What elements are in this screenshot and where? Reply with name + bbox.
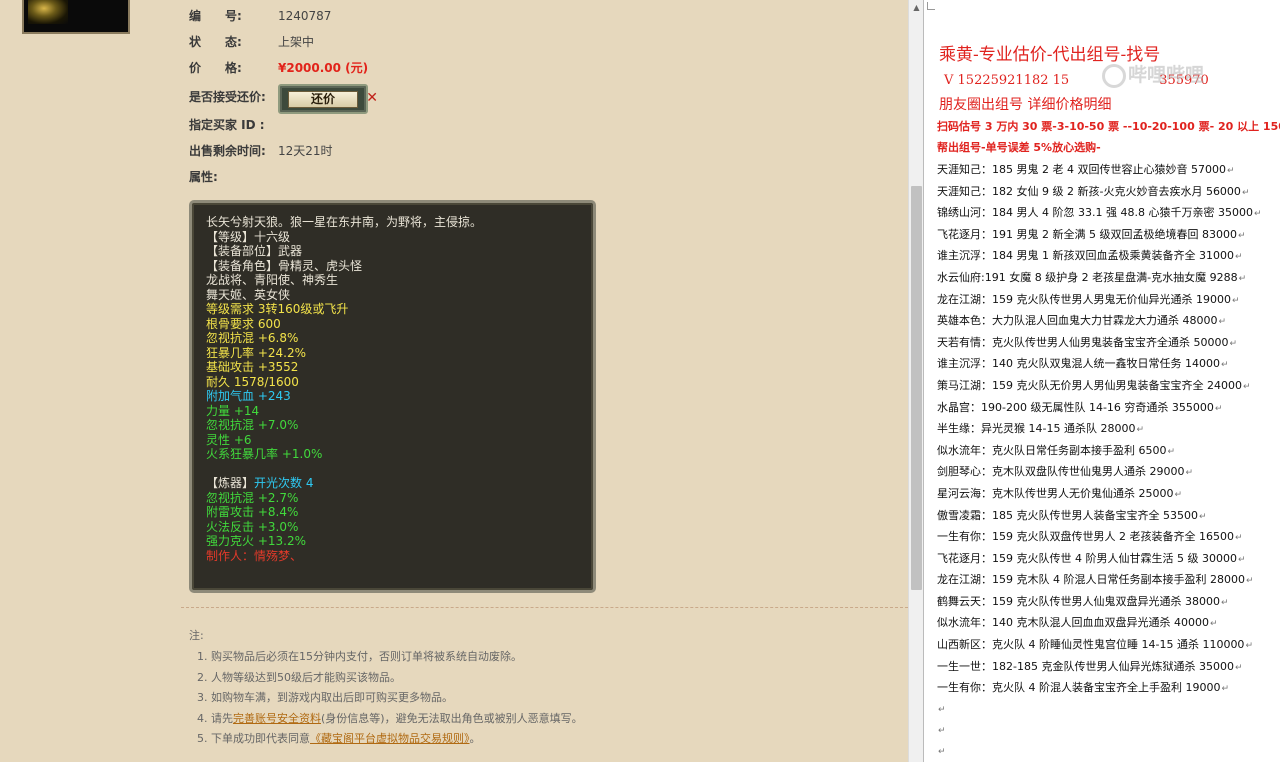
attr-line: 忽视抗混 +6.8% xyxy=(206,331,299,345)
attr-line: 灵性 +6 xyxy=(206,432,252,447)
field-status-label: 状 态: xyxy=(189,35,242,49)
attr-line: 附雷攻击 +8.4% xyxy=(206,505,299,519)
notes-section: 注: 1. 购买物品后必须在15分钟内支付，否则订单将被系统自动废除。 2. 人… xyxy=(189,627,583,750)
listing-line: 似水流年：克火队日常任务副本接手盈利 6500↵ xyxy=(937,443,1176,457)
bilibili-watermark: 哔哩哔哩 xyxy=(1102,60,1252,88)
attr-line: 【炼器】开光次数 4 xyxy=(206,476,314,490)
attr-line: 长矢兮射天狼。狼一星在东井南，为野将，主侵掠。 xyxy=(206,215,483,229)
attr-line: 根骨要求 600 xyxy=(206,316,281,331)
attr-line: 附加气血 +243 xyxy=(206,389,291,403)
listing-line: 剑胆琴心：克木队双盘队传世仙鬼男人通杀 29000↵ xyxy=(937,465,1194,479)
listing-line: 飞花逐月：191 男鬼 2 新全满 5 级双回孟极绝境春回 83000↵ xyxy=(937,227,1246,241)
field-id: 编 号: 1240787 xyxy=(189,6,331,26)
field-id-value: 1240787 xyxy=(278,9,332,23)
scrollbar-thumb[interactable] xyxy=(911,186,922,590)
paragraph-mark: ↵ xyxy=(938,747,946,757)
listing-line: 天涯知己：185 男鬼 2 老 4 双回传世容止心猿妙音 57000↵ xyxy=(937,163,1235,176)
attr-line: 舞天姬、英女侠 xyxy=(206,287,291,302)
doc-promo-2: 帮出组号-单号误差 5%放心选购- xyxy=(937,141,1101,154)
item-thumbnail xyxy=(22,0,130,34)
attr-line: 【等级】十六级 xyxy=(206,229,291,244)
listing-line: 一生有你：159 克火队双盘传世男人 2 老孩装备齐全 16500↵ xyxy=(937,530,1243,544)
field-price-label: 价 格: xyxy=(189,61,242,75)
attr-line: 火系狂暴几率 +1.0% xyxy=(206,447,323,461)
account-security-link[interactable]: 完善账号安全资料 xyxy=(233,712,321,725)
field-status-value: 上架中 xyxy=(278,35,315,49)
listing-line: 一生一世：182-185 克金队传世男人仙异光炼狱通杀 35000↵ xyxy=(937,659,1243,673)
listing-line: 似水流年：140 克木队混人回血血双盘异光通杀 40000↵ xyxy=(937,616,1218,630)
field-remaining: 出售剩余时间: 12天21时 xyxy=(189,141,333,161)
attr-line: 强力克火 +13.2% xyxy=(206,534,306,548)
attr-line: 火法反击 +3.0% xyxy=(206,519,299,534)
note-item: 3. 如购物车满，到游戏内取出后即可购买更多物品。 xyxy=(197,691,453,704)
field-price-value: ¥2000.00 (元) xyxy=(278,61,369,75)
attr-line: 等级需求 3转160级或飞升 xyxy=(206,302,349,316)
divider xyxy=(181,607,908,608)
listing-line: 半生缘：异光灵猴 14-15 通杀队 28000↵ xyxy=(937,422,1144,436)
listing-page: 编 号: 1240787 状 态: 上架中 价 格: ¥2000.00 (元) … xyxy=(0,0,908,762)
notes-title: 注: xyxy=(189,629,204,642)
attr-line: 忽视抗混 +7.0% xyxy=(206,418,299,432)
attr-line: 龙战将、青阳使、神秀生 xyxy=(206,273,339,287)
attr-line: 狂暴几率 +24.2% xyxy=(206,345,306,360)
listing-line: 龙在江湖：159 克木队 4 阶混人日常任务副本接手盈利 28000↵ xyxy=(937,573,1254,587)
listing-line: 天若有情：克火队传世男人仙男鬼装备宝宝齐全通杀 50000↵ xyxy=(937,335,1238,349)
listing-line: 谁主沉浮：140 克火队双鬼混人统一鑫牧日常任务 14000↵ xyxy=(937,357,1229,371)
doc-empty-lines: ↵ ↵ ↵ xyxy=(937,700,946,762)
paragraph-mark: ↵ xyxy=(938,705,946,715)
doc-listings: 天涯知己：185 男鬼 2 老 4 双回传世容止心猿妙音 57000↵ 天涯知己：… xyxy=(937,159,1262,699)
counter-offer-button[interactable]: 还价 ✕ xyxy=(278,84,378,114)
remaining-value: 12天21时 xyxy=(278,144,333,158)
field-id-label: 编 号: xyxy=(189,9,242,23)
listing-line: 龙在江湖：159 克火队传世男人男鬼无价仙异光通杀 19000↵ xyxy=(937,292,1240,306)
listing-line: 谁主沉浮：184 男鬼 1 新孩双回血孟极乘黄装备齐全 31000↵ xyxy=(937,249,1243,263)
attr-line: 基础攻击 +3552 xyxy=(206,360,299,374)
attr-line: 【装备部位】武器 xyxy=(206,244,303,258)
listing-line: 星河云海：克木队传世男人无价鬼仙通杀 25000↵ xyxy=(937,486,1183,500)
field-buyer: 指定买家 ID : xyxy=(189,115,265,135)
doc-subtitle: 朋友圈出组号 详细价格明细 xyxy=(939,97,1112,113)
listing-line: 水云仙府:191 女魔 8 级护身 2 老孩星盘满-克水抽女魔 9288↵ xyxy=(937,270,1247,284)
listing-line: 锦绣山河：184 男人 4 阶忽 33.1 强 48.8 心猿千万亲密 3500… xyxy=(937,206,1262,220)
counter-offer-button-label: 还价 xyxy=(288,91,358,108)
scroll-up-icon[interactable]: ▲ xyxy=(909,0,924,15)
doc-promo-1: 扫码估号 3 万内 30 票-3-10-50 票 --10-20-100 票- … xyxy=(937,120,1280,133)
attr-line: 制作人：情殇梦、 xyxy=(206,548,303,563)
listing-line: 一生有你：克火队 4 阶混人装备宝宝齐全上手盈利 19000↵ xyxy=(937,681,1230,695)
attr-line: 【装备角色】骨精灵、虎头怪 xyxy=(206,258,363,273)
note-item: 2. 人物等级达到50级后才能购买该物品。 xyxy=(197,670,401,684)
listing-line: 天涯知己：182 女仙 9 级 2 新孩-火克火妙音去疾水月 56000↵ xyxy=(937,184,1250,198)
listing-line: 山西新区：克火队 4 阶睡仙灵性鬼宫位睡 14-15 通杀 110000↵ xyxy=(937,638,1253,652)
note-item: 4. 请先完善账号安全资料(身份信息等)，避免无法取出角色或被别人恶意填写。 xyxy=(197,711,583,725)
listing-line: 英雄本色：大力队混人回血鬼大力甘霖龙大力通杀 48000↵ xyxy=(937,314,1227,328)
listing-line: 鹤舞云天：159 克火队传世男人仙鬼双盘异光通杀 38000↵ xyxy=(937,594,1229,608)
counter-offer-label: 是否接受还价: xyxy=(189,90,266,104)
note-item: 5. 下单成功即代表同意《藏宝阁平台虚拟物品交易规则》。 xyxy=(197,732,481,745)
attributes-label: 属性: xyxy=(189,170,218,184)
field-attributes: 属性: xyxy=(189,167,218,187)
listing-line: 飞花逐月：159 克火队传世 4 阶男人仙甘霖生活 5 级 30000↵ xyxy=(937,551,1246,565)
note-item: 1. 购买物品后必须在15分钟内支付，否则订单将被系统自动废除。 xyxy=(197,650,522,663)
listing-line: 策马江湖：159 克火队无价男人男仙男鬼装备宝宝齐全 24000↵ xyxy=(937,378,1251,392)
listing-line: 傲雪凌霜：185 克火队传世男人装备宝宝齐全 53500↵ xyxy=(937,508,1207,522)
paragraph-mark: ↵ xyxy=(938,726,946,736)
trade-rules-link[interactable]: 《藏宝阁平台虚拟物品交易规则》 xyxy=(310,732,470,745)
attr-spacer xyxy=(206,462,579,477)
listing-line: 水晶宫：190-200 级无属性队 14-16 穷奇通杀 355000↵ xyxy=(937,400,1223,414)
attr-line: 忽视抗混 +2.7% xyxy=(206,490,299,505)
remaining-label: 出售剩余时间: xyxy=(189,144,266,158)
attr-line: 力量 +14 xyxy=(206,403,260,418)
close-icon: ✕ xyxy=(366,90,378,106)
page-scrollbar[interactable]: ▲ xyxy=(908,0,923,762)
buyer-label: 指定买家 ID : xyxy=(189,118,265,132)
attributes-box: 长矢兮射天狼。狼一星在东井南，为野将，主侵掠。 【等级】十六级 【装备部位】武器 【装… xyxy=(189,200,596,593)
field-counter-offer: 是否接受还价: 还价 ✕ xyxy=(189,84,378,114)
document-panel: 乘黄-专业估价-代出组号-找号 V 15225921182 15 355970 哔… xyxy=(923,0,1280,762)
margin-corner-mark xyxy=(927,2,935,10)
field-status: 状 态: 上架中 xyxy=(189,32,314,52)
attr-line: 耐久 1578/1600 xyxy=(206,374,299,389)
field-price: 价 格: ¥2000.00 (元) xyxy=(189,58,368,78)
